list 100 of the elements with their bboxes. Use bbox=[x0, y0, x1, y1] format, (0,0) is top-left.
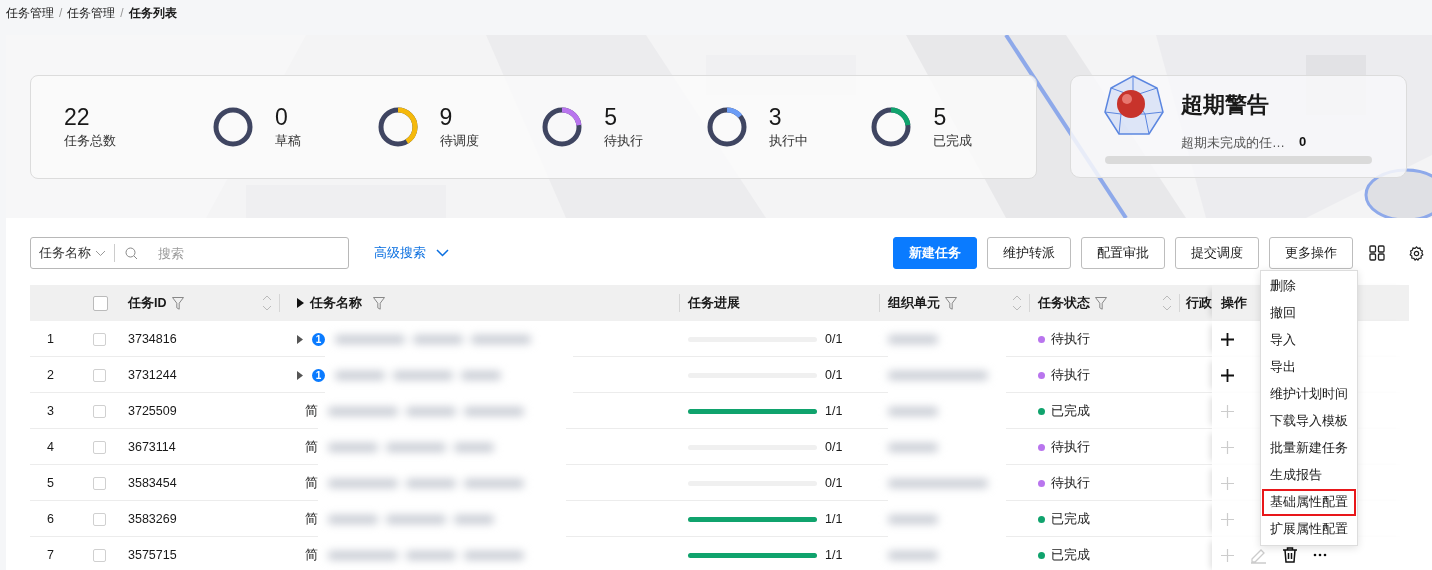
expand-icon[interactable] bbox=[297, 298, 304, 308]
search-icon bbox=[125, 246, 138, 260]
stat-label: 执行中 bbox=[768, 132, 808, 150]
breadcrumb-separator: / bbox=[59, 6, 63, 20]
menu-item[interactable]: 导入 bbox=[1262, 327, 1356, 354]
chevron-down-icon bbox=[95, 249, 106, 257]
sort-icon[interactable] bbox=[1012, 294, 1022, 312]
add-icon[interactable] bbox=[1221, 368, 1234, 382]
layout-icon[interactable] bbox=[1369, 245, 1385, 261]
table-cell: 3673114 bbox=[128, 440, 176, 454]
sort-icon[interactable] bbox=[262, 294, 272, 312]
filter-icon[interactable] bbox=[945, 296, 957, 310]
stat-label: 待调度 bbox=[439, 132, 479, 150]
more-icon[interactable] bbox=[1313, 553, 1327, 557]
status-label: 已完成 bbox=[1051, 510, 1090, 528]
add-icon[interactable] bbox=[1221, 332, 1234, 346]
checkbox[interactable] bbox=[93, 368, 106, 382]
toolbar-button[interactable]: 维护转派 bbox=[987, 237, 1071, 269]
progress-text: 1/1 bbox=[825, 404, 843, 418]
column-header: 任务ID bbox=[128, 294, 167, 312]
breadcrumb-separator: / bbox=[120, 6, 124, 20]
status-label: 待执行 bbox=[1051, 474, 1090, 492]
donut-chart bbox=[212, 107, 253, 147]
donut-chart bbox=[542, 107, 583, 147]
column-header: 任务名称 bbox=[310, 294, 362, 312]
menu-item[interactable]: 下载导入模板 bbox=[1262, 408, 1356, 435]
row-number: 1 bbox=[46, 331, 55, 348]
menu-item[interactable]: 批量新建任务 bbox=[1262, 435, 1356, 462]
stat-value: 5 bbox=[933, 103, 948, 131]
checkbox[interactable] bbox=[93, 404, 106, 418]
menu-item[interactable]: 撤回 bbox=[1262, 300, 1356, 327]
stat-label: 草稿 bbox=[274, 132, 301, 150]
alert-count: 0 bbox=[1299, 134, 1307, 151]
donut-chart bbox=[871, 107, 912, 147]
progress-text: 1/1 bbox=[825, 548, 843, 562]
chevron-down-icon[interactable] bbox=[436, 249, 449, 257]
count-badge: 1 bbox=[312, 368, 325, 382]
status-label: 待执行 bbox=[1051, 366, 1090, 384]
table-cell: 3583269 bbox=[128, 512, 177, 526]
checkbox[interactable] bbox=[93, 295, 108, 311]
table-cell: 简 bbox=[305, 474, 318, 492]
progress-text: 0/1 bbox=[825, 332, 843, 346]
table-cell: 3734816 bbox=[128, 332, 177, 346]
toolbar-button[interactable]: 配置审批 bbox=[1081, 237, 1165, 269]
progress-text: 0/1 bbox=[825, 368, 843, 382]
menu-item[interactable]: 扩展属性配置 bbox=[1262, 516, 1356, 543]
menu-item[interactable]: 生成报告 bbox=[1262, 462, 1356, 489]
table-cell: 简 bbox=[305, 510, 318, 528]
checkbox[interactable] bbox=[93, 548, 106, 562]
column-header: 行政 bbox=[1186, 294, 1212, 312]
search-field[interactable]: 任务名称 搜索 bbox=[30, 237, 349, 269]
menu-item[interactable]: 导出 bbox=[1262, 354, 1356, 381]
toolbar-button[interactable]: 提交调度 bbox=[1175, 237, 1259, 269]
checkbox[interactable] bbox=[93, 512, 106, 526]
status-label: 已完成 bbox=[1051, 402, 1090, 420]
count-badge: 1 bbox=[312, 332, 325, 346]
row-number: 5 bbox=[46, 475, 55, 492]
stat-value: 3 bbox=[768, 103, 783, 131]
menu-item[interactable]: 维护计划时间 bbox=[1262, 381, 1356, 408]
progress-text: 0/1 bbox=[825, 440, 843, 454]
breadcrumb-item[interactable]: 任务管理 bbox=[6, 4, 54, 22]
expand-icon[interactable] bbox=[297, 334, 303, 344]
column-header: 任务进展 bbox=[688, 294, 740, 312]
row-number: 2 bbox=[46, 367, 55, 384]
search-scope-select[interactable]: 任务名称 bbox=[39, 244, 91, 262]
progress-text: 1/1 bbox=[825, 512, 843, 526]
checkbox[interactable] bbox=[93, 476, 106, 490]
status-label: 已完成 bbox=[1051, 546, 1090, 564]
breadcrumb-item: 任务列表 bbox=[128, 4, 177, 22]
sort-icon[interactable] bbox=[1162, 294, 1172, 312]
stat-label: 任务总数 bbox=[64, 132, 116, 150]
stat-value: 0 bbox=[274, 103, 289, 131]
row-number: 6 bbox=[46, 511, 55, 528]
checkbox[interactable] bbox=[93, 332, 106, 346]
table-cell: 简 bbox=[305, 438, 318, 456]
expand-icon[interactable] bbox=[297, 370, 303, 380]
stat-value: 5 bbox=[604, 103, 618, 131]
table-cell: 3575715 bbox=[128, 548, 177, 562]
more-actions-button[interactable]: 更多操作 bbox=[1269, 237, 1353, 269]
alert-label: 超期未完成的任… bbox=[1181, 134, 1285, 152]
progress-text: 0/1 bbox=[825, 476, 843, 490]
stat-label: 已完成 bbox=[933, 132, 973, 150]
filter-icon[interactable] bbox=[1095, 296, 1107, 310]
row-number: 3 bbox=[46, 403, 55, 420]
filter-icon[interactable] bbox=[171, 296, 184, 310]
breadcrumb-item[interactable]: 任务管理 bbox=[67, 4, 116, 22]
table-cell: 简 bbox=[305, 546, 318, 564]
table-cell: 简 bbox=[305, 402, 318, 420]
menu-item[interactable]: 基础属性配置 bbox=[1262, 489, 1356, 516]
settings-icon[interactable] bbox=[1409, 245, 1424, 261]
checkbox[interactable] bbox=[93, 440, 106, 454]
donut-chart bbox=[706, 107, 747, 147]
menu-item[interactable]: 删除 bbox=[1262, 273, 1356, 300]
stat-value: 22 bbox=[64, 103, 91, 131]
trash-icon[interactable] bbox=[1283, 547, 1297, 563]
advanced-search-link[interactable]: 高级搜索 bbox=[374, 244, 426, 262]
alert-title: 超期警告 bbox=[1181, 91, 1269, 119]
filter-icon[interactable] bbox=[373, 296, 385, 310]
row-number: 4 bbox=[46, 439, 55, 456]
toolbar-button[interactable]: 新建任务 bbox=[893, 237, 977, 269]
